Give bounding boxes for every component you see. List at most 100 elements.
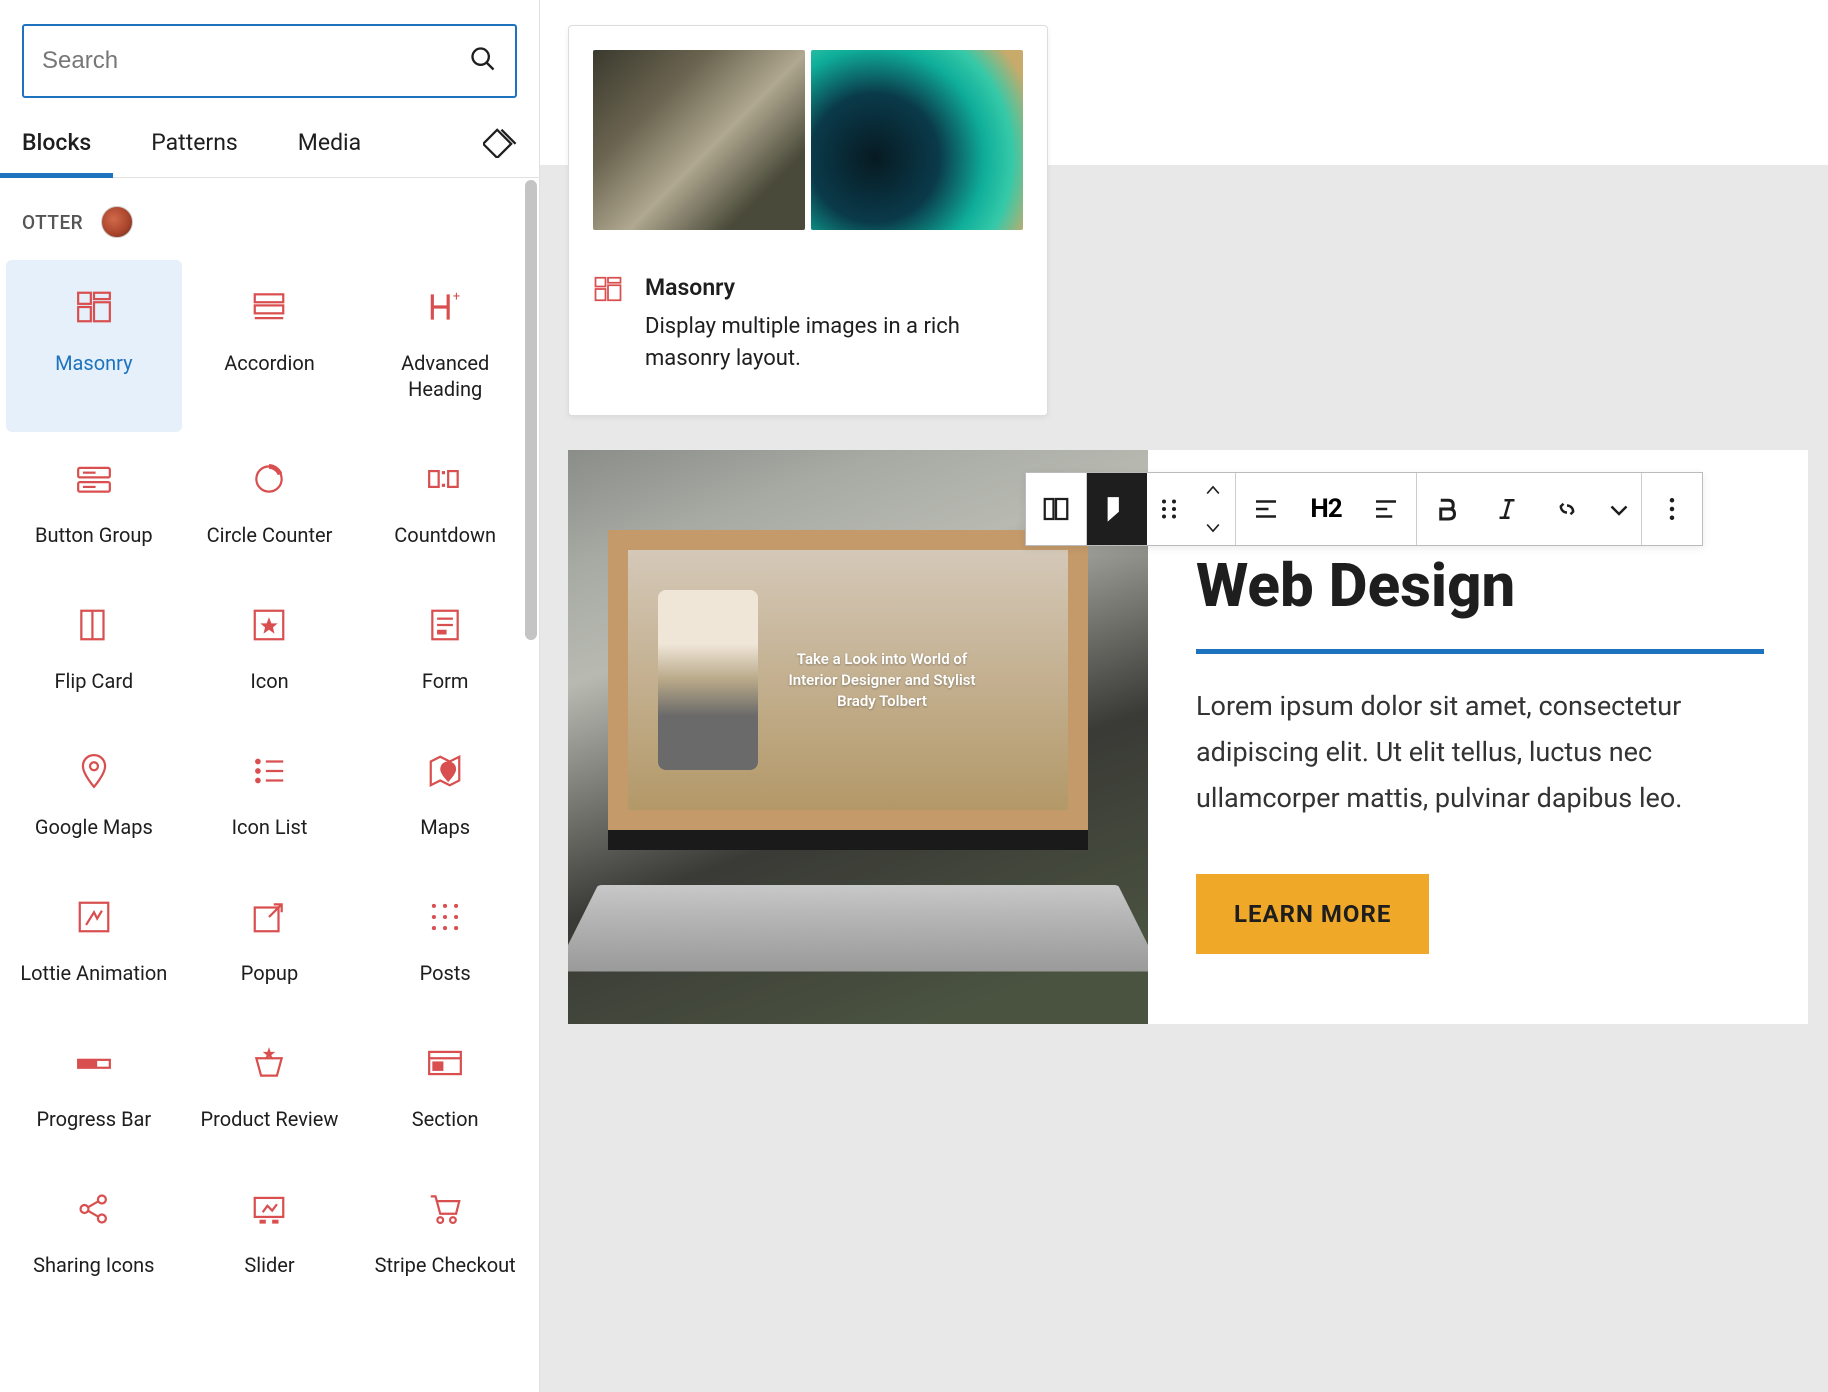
block-inserter-sidebar: Blocks Patterns Media OTTER Masonry Acco…	[0, 0, 540, 1392]
editor-canvas: Masonry Display multiple images in a ric…	[540, 0, 1828, 1392]
sharing-icon	[75, 1190, 113, 1228]
maps-icon	[426, 752, 464, 790]
inserter-tabs: Blocks Patterns Media	[0, 108, 539, 178]
block-label: Countdown	[394, 522, 496, 548]
tab-blocks[interactable]: Blocks	[22, 108, 91, 177]
popup-icon	[250, 898, 288, 936]
sidebar-scrollbar[interactable]	[523, 180, 539, 1392]
block-label: Popup	[241, 960, 298, 986]
block-label: Section	[412, 1106, 479, 1132]
posts-icon	[426, 898, 464, 936]
search-box	[22, 24, 517, 98]
countdown-icon	[426, 460, 464, 498]
advanced-heading-icon	[426, 288, 464, 326]
preview-title: Masonry	[645, 274, 1023, 301]
block-item-circle-counter[interactable]: Circle Counter	[182, 432, 358, 578]
preview-image-2	[811, 50, 1023, 230]
slider-icon	[250, 1190, 288, 1228]
google-maps-icon	[75, 752, 113, 790]
block-grid: Masonry Accordion Advanced Heading Butto…	[0, 250, 539, 1318]
accordion-icon	[250, 288, 288, 326]
block-label: Flip Card	[54, 668, 133, 694]
learn-more-button[interactable]: LEARN MORE	[1196, 874, 1429, 954]
icon-list-icon	[250, 752, 288, 790]
block-item-stripe[interactable]: Stripe Checkout	[357, 1162, 533, 1308]
block-label: Product Review	[201, 1106, 339, 1132]
bold-button[interactable]	[1417, 473, 1477, 545]
block-item-maps[interactable]: Maps	[357, 724, 533, 870]
product-review-icon	[250, 1044, 288, 1082]
block-item-google-maps[interactable]: Google Maps	[6, 724, 182, 870]
block-item-icon-block[interactable]: Icon	[182, 578, 358, 724]
block-label: Posts	[420, 960, 471, 986]
link-button[interactable]	[1537, 473, 1597, 545]
block-label: Sharing Icons	[33, 1252, 154, 1278]
content-paragraph[interactable]: Lorem ipsum dolor sit amet, consectetur …	[1196, 684, 1764, 822]
block-item-masonry[interactable]: Masonry	[6, 260, 182, 432]
block-label: Button Group	[35, 522, 153, 548]
heading-level-button[interactable]: H2	[1296, 473, 1356, 545]
block-item-accordion[interactable]: Accordion	[182, 260, 358, 432]
block-item-flip-card[interactable]: Flip Card	[6, 578, 182, 724]
stripe-icon	[426, 1190, 464, 1228]
icon-block-icon	[250, 606, 288, 644]
block-label: Masonry	[55, 350, 133, 376]
section-icon	[426, 1044, 464, 1082]
block-item-popup[interactable]: Popup	[182, 870, 358, 1016]
align-button[interactable]	[1236, 473, 1296, 545]
progress-bar-icon	[75, 1044, 113, 1082]
more-rich-text-button[interactable]	[1597, 473, 1641, 545]
search-input[interactable]	[42, 47, 469, 75]
search-icon[interactable]	[469, 45, 497, 77]
block-label: Progress Bar	[36, 1106, 151, 1132]
image-caption-text: Take a Look into World of Interior Desig…	[772, 649, 992, 712]
masonry-icon	[75, 288, 113, 326]
block-label: Lottie Animation	[20, 960, 167, 986]
block-item-advanced-heading[interactable]: Advanced Heading	[357, 260, 533, 432]
italic-button[interactable]	[1477, 473, 1537, 545]
drag-handle[interactable]	[1147, 473, 1191, 545]
block-item-countdown[interactable]: Countdown	[357, 432, 533, 578]
block-item-button-group[interactable]: Button Group	[6, 432, 182, 578]
block-label: Slider	[244, 1252, 294, 1278]
block-item-form[interactable]: Form	[357, 578, 533, 724]
move-down-button[interactable]	[1191, 509, 1235, 545]
block-item-product-review[interactable]: Product Review	[182, 1016, 358, 1162]
heading-divider	[1196, 649, 1764, 654]
circle-counter-icon	[250, 460, 288, 498]
otter-avatar-icon	[101, 206, 133, 238]
block-label: Maps	[420, 814, 470, 840]
text-align-button[interactable]	[1356, 473, 1416, 545]
toolbar-options-button[interactable]	[1642, 473, 1702, 545]
tab-patterns[interactable]: Patterns	[151, 108, 238, 177]
block-toolbar: H2	[1025, 472, 1703, 546]
block-item-icon-list[interactable]: Icon List	[182, 724, 358, 870]
block-item-posts[interactable]: Posts	[357, 870, 533, 1016]
block-type-button[interactable]	[1087, 473, 1147, 545]
masonry-icon	[593, 274, 623, 308]
preview-image-1	[593, 50, 805, 230]
form-icon	[426, 606, 464, 644]
block-item-slider[interactable]: Slider	[182, 1162, 358, 1308]
flip-card-icon	[75, 606, 113, 644]
block-section-header: OTTER	[0, 178, 539, 250]
content-heading[interactable]: Web Design	[1196, 550, 1764, 621]
preview-description: Display multiple images in a rich masonr…	[645, 311, 1023, 375]
select-parent-button[interactable]	[1026, 473, 1086, 545]
block-label: Accordion	[224, 350, 315, 376]
block-item-progress-bar[interactable]: Progress Bar	[6, 1016, 182, 1162]
move-up-button[interactable]	[1191, 473, 1235, 509]
lottie-icon	[75, 898, 113, 936]
block-item-sharing[interactable]: Sharing Icons	[6, 1162, 182, 1308]
button-group-icon	[75, 460, 113, 498]
block-label: Icon List	[232, 814, 308, 840]
tab-media[interactable]: Media	[298, 108, 361, 177]
block-item-section[interactable]: Section	[357, 1016, 533, 1162]
block-label: Advanced Heading	[365, 350, 525, 402]
block-preview-popover: Masonry Display multiple images in a ric…	[568, 25, 1048, 416]
section-title: OTTER	[22, 211, 83, 234]
collapse-panel-icon[interactable]	[483, 124, 517, 162]
block-item-lottie[interactable]: Lottie Animation	[6, 870, 182, 1016]
block-label: Circle Counter	[207, 522, 333, 548]
block-label: Icon	[250, 668, 288, 694]
